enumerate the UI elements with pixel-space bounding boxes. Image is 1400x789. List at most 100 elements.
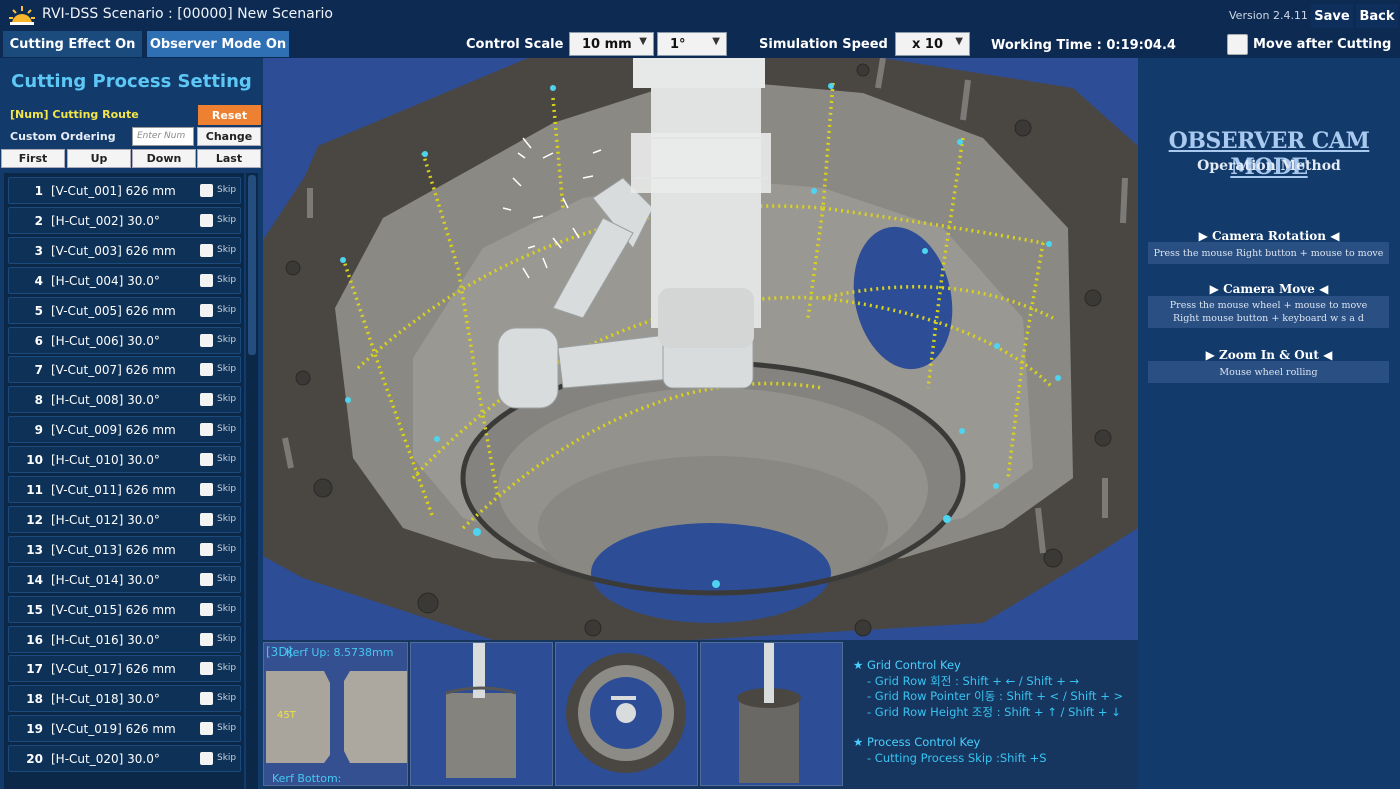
route-name: [H-Cut_020] 30.0° — [51, 752, 160, 767]
top-view-thumbnail[interactable] — [555, 642, 698, 786]
route-row[interactable]: 20 [H-Cut_020] 30.0° Skip — [8, 745, 241, 773]
skip-checkbox[interactable] — [200, 722, 213, 736]
scale-angle-value: 1° — [670, 36, 686, 52]
skip-label: Skip — [217, 513, 237, 524]
route-list-scrollbar[interactable] — [246, 173, 258, 789]
kerf-up: Kerf Up: 8.5738mm — [286, 646, 394, 659]
down-button[interactable]: Down — [132, 149, 196, 168]
route-row[interactable]: 19 [V-Cut_019] 626 mm Skip — [8, 715, 241, 743]
skip-checkbox[interactable] — [200, 393, 213, 407]
cutting-route-list: 1 [V-Cut_001] 626 mm Skip 2 [H-Cut_002] 30.0… — [4, 173, 244, 789]
skip-label: Skip — [217, 394, 237, 405]
route-name: [H-Cut_010] 30.0° — [51, 453, 160, 468]
route-row[interactable]: 13 [V-Cut_013] 626 mm Skip — [8, 535, 241, 563]
first-button[interactable]: First — [1, 149, 65, 168]
route-name: [V-Cut_015] 626 mm — [51, 602, 176, 617]
front-view-thumbnail[interactable] — [410, 642, 553, 786]
route-name: [H-Cut_012] 30.0° — [51, 512, 160, 527]
grid-key-line: - Grid Row Height 조정 : Shift + ↑ / Shift… — [867, 704, 1121, 719]
route-row[interactable]: 4 [H-Cut_004] 30.0° Skip — [8, 266, 241, 294]
process-control-title: ★ Process Control Key — [853, 735, 981, 749]
last-button[interactable]: Last — [197, 149, 261, 168]
route-row[interactable]: 7 [V-Cut_007] 626 mm Skip — [8, 356, 241, 384]
route-number: 10 — [26, 453, 43, 468]
scale-length-value: 10 mm — [582, 36, 632, 52]
process-key-line: - Cutting Process Skip :Shift +S — [867, 750, 1047, 765]
scale-angle-dropdown[interactable]: 1° ▼ — [657, 32, 727, 56]
observer-panel: OBSERVER CAM MODE Operation Method ▶ Cam… — [1138, 58, 1400, 789]
route-name: [V-Cut_009] 626 mm — [51, 423, 176, 438]
save-button[interactable]: Save — [1311, 4, 1353, 28]
skip-checkbox[interactable] — [200, 512, 213, 526]
skip-checkbox[interactable] — [200, 333, 213, 347]
skip-checkbox[interactable] — [200, 184, 213, 197]
route-number: 14 — [26, 572, 43, 587]
route-row[interactable]: 9 [V-Cut_009] 626 mm Skip — [8, 416, 241, 444]
scale-length-dropdown[interactable]: 10 mm ▼ — [569, 32, 654, 56]
skip-label: Skip — [217, 603, 237, 614]
route-number: 13 — [26, 542, 43, 557]
skip-label: Skip — [217, 753, 237, 764]
back-button[interactable]: Back — [1356, 4, 1398, 28]
skip-checkbox[interactable] — [200, 213, 213, 227]
skip-checkbox[interactable] — [200, 572, 213, 586]
route-row[interactable]: 1 [V-Cut_001] 626 mm Skip — [8, 177, 241, 204]
scrollbar-thumb[interactable] — [248, 175, 256, 355]
route-number: 6 — [34, 333, 43, 348]
skip-checkbox[interactable] — [200, 423, 213, 437]
route-name: [V-Cut_019] 626 mm — [51, 722, 176, 737]
route-row[interactable]: 6 [H-Cut_006] 30.0° Skip — [8, 326, 241, 354]
skip-label: Skip — [217, 543, 237, 554]
skip-checkbox[interactable] — [200, 273, 213, 287]
move-after-cutting-checkbox[interactable] — [1227, 34, 1248, 55]
skip-checkbox[interactable] — [200, 752, 213, 766]
skip-checkbox[interactable] — [200, 243, 213, 257]
route-number: 5 — [34, 303, 43, 318]
observer-mode-button[interactable]: Observer Mode On — [147, 31, 289, 57]
cutting-route-label: [Num] Cutting Route — [10, 108, 139, 121]
skip-label: Skip — [217, 244, 237, 255]
skip-label: Skip — [217, 274, 237, 285]
side-view-thumbnail[interactable] — [700, 642, 843, 786]
skip-checkbox[interactable] — [200, 453, 213, 467]
route-name: [V-Cut_017] 626 mm — [51, 662, 176, 677]
route-row[interactable]: 12 [H-Cut_012] 30.0° Skip — [8, 505, 241, 533]
reset-button[interactable]: Reset — [198, 105, 261, 125]
skip-checkbox[interactable] — [200, 303, 213, 317]
grid-key-line: - Grid Row 회전 : Shift + ← / Shift + → — [867, 673, 1080, 688]
skip-checkbox[interactable] — [200, 363, 213, 377]
route-row[interactable]: 11 [V-Cut_011] 626 mm Skip — [8, 476, 241, 503]
control-keys-help: ★ Grid Control Key - Grid Row 회전 : Shift… — [853, 658, 1123, 766]
route-row[interactable]: 15 [V-Cut_015] 626 mm Skip — [8, 595, 241, 623]
route-name: [H-Cut_014] 30.0° — [51, 572, 160, 587]
cutting-process-panel: Cutting Process Setting [Num] Cutting Ro… — [0, 58, 263, 789]
order-num-input[interactable]: Enter Num — [132, 127, 194, 146]
route-row[interactable]: 10 [H-Cut_010] 30.0° Skip — [8, 446, 241, 474]
route-number: 4 — [34, 273, 43, 288]
kerf-view[interactable]: [3D] Kerf Up: 8.5738mm 45T Kerf Bottom: … — [263, 642, 408, 786]
skip-checkbox[interactable] — [200, 692, 213, 706]
skip-checkbox[interactable] — [200, 542, 213, 556]
route-row[interactable]: 14 [H-Cut_014] 30.0° Skip — [8, 565, 241, 593]
route-row[interactable]: 5 [V-Cut_005] 626 mm Skip — [8, 296, 241, 324]
skip-label: Skip — [217, 334, 237, 345]
skip-checkbox[interactable] — [200, 632, 213, 646]
route-row[interactable]: 16 [H-Cut_016] 30.0° Skip — [8, 625, 241, 653]
route-name: [V-Cut_001] 626 mm — [51, 184, 176, 198]
change-button[interactable]: Change — [197, 127, 261, 146]
skip-checkbox[interactable] — [200, 662, 213, 676]
route-name: [V-Cut_007] 626 mm — [51, 363, 176, 378]
simulation-speed-dropdown[interactable]: x 10 ▼ — [895, 32, 970, 56]
route-row[interactable]: 17 [V-Cut_017] 626 mm Skip — [8, 655, 241, 683]
route-number: 19 — [26, 722, 43, 737]
route-row[interactable]: 2 [H-Cut_002] 30.0° Skip — [8, 206, 241, 234]
skip-label: Skip — [217, 304, 237, 315]
skip-checkbox[interactable] — [200, 483, 213, 496]
up-button[interactable]: Up — [67, 149, 131, 168]
simulation-viewport[interactable] — [263, 58, 1138, 640]
route-row[interactable]: 18 [H-Cut_018] 30.0° Skip — [8, 685, 241, 713]
route-row[interactable]: 8 [H-Cut_008] 30.0° Skip — [8, 386, 241, 414]
skip-checkbox[interactable] — [200, 602, 213, 616]
cutting-effect-button[interactable]: Cutting Effect On — [3, 31, 142, 57]
route-row[interactable]: 3 [V-Cut_003] 626 mm Skip — [8, 236, 241, 264]
